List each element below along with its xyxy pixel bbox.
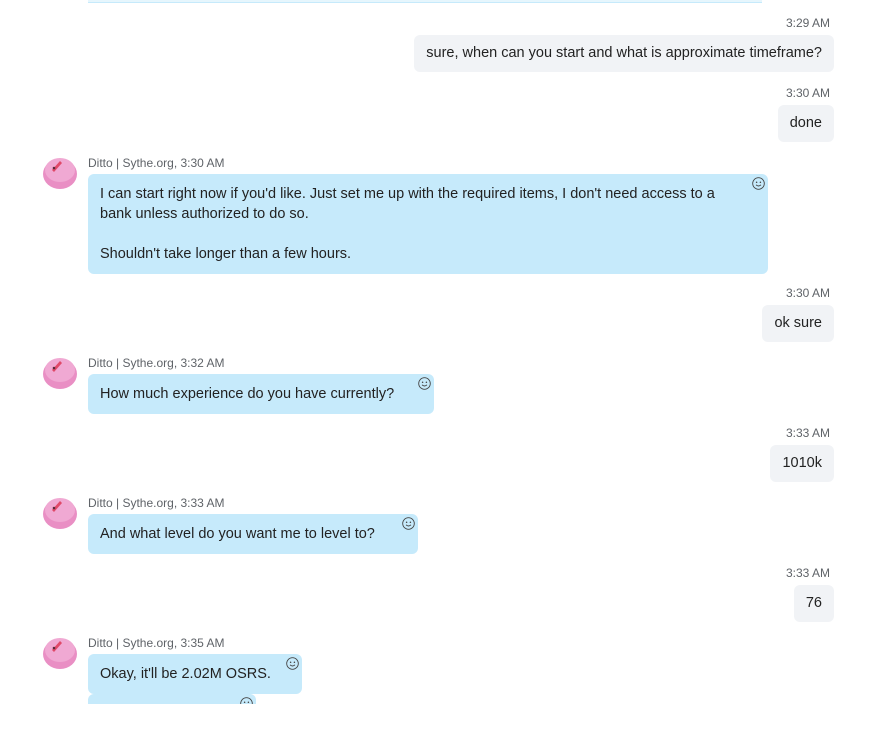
sender-avatar[interactable] [42, 154, 78, 190]
message-paragraph: I can start right now if you'd like. Jus… [100, 186, 715, 222]
message-paragraph: Shouldn't take longer than a few hours. [100, 246, 352, 262]
message-text: And what level do you want me to level t… [100, 526, 375, 542]
sender-avatar[interactable] [42, 634, 78, 670]
message-timestamp: 3:33 AM [785, 566, 830, 580]
message-timestamp: 3:35 AM [180, 636, 225, 650]
incoming-message-bubble[interactable]: How much experience do you have currentl… [88, 374, 434, 414]
pink-character-avatar-icon [43, 158, 77, 189]
outgoing-message-bubble[interactable]: done [777, 105, 834, 142]
incoming-message-bubble[interactable]: Okay, it'll be 2.02M OSRS. [88, 654, 302, 694]
chat-message-list[interactable]: 3:29 AM sure, when can you start and wha… [0, 0, 869, 704]
sender-name-and-time: Ditto | Sythe.org, 3:33 AM [88, 496, 225, 510]
message-timestamp: 3:33 AM [785, 426, 830, 440]
pink-character-avatar-icon [43, 358, 77, 389]
incoming-message-bubble[interactable]: I can start right now if you'd like. Jus… [88, 174, 768, 274]
smiley-icon[interactable] [752, 177, 765, 190]
message-text: Okay, it'll be 2.02M OSRS. [100, 666, 271, 682]
outgoing-message-bubble[interactable]: sure, when can you start and what is app… [414, 35, 834, 72]
outgoing-message-bubble[interactable]: 1010k [770, 445, 834, 482]
incoming-message-bubble[interactable]: And what level do you want me to level t… [88, 514, 418, 554]
sender-name-and-time: Ditto | Sythe.org, 3:32 AM [88, 356, 225, 370]
sender-name: Ditto | Sythe.org [88, 636, 174, 650]
sender-name-and-time: Ditto | Sythe.org, 3:30 AM [88, 156, 225, 170]
sender-avatar[interactable] [42, 494, 78, 530]
previous-message-bubble-edge [88, 0, 762, 3]
smiley-icon[interactable] [240, 697, 253, 704]
smiley-icon[interactable] [402, 517, 415, 530]
sender-avatar[interactable] [42, 354, 78, 390]
message-timestamp: 3:33 AM [180, 496, 225, 510]
sender-name: Ditto | Sythe.org [88, 156, 174, 170]
message-timestamp: 3:29 AM [785, 16, 830, 30]
sender-name: Ditto | Sythe.org [88, 356, 174, 370]
smiley-icon[interactable] [286, 657, 299, 670]
pink-character-avatar-icon [43, 638, 77, 669]
message-timestamp: 3:30 AM [785, 86, 830, 100]
outgoing-message-bubble[interactable]: ok sure [762, 305, 834, 342]
outgoing-message-bubble[interactable]: 76 [793, 585, 834, 622]
message-timestamp: 3:32 AM [180, 356, 225, 370]
message-timestamp: 3:30 AM [785, 286, 830, 300]
message-text: How much experience do you have currentl… [100, 386, 395, 402]
pink-character-avatar-icon [43, 498, 77, 529]
smiley-icon[interactable] [418, 377, 431, 390]
incoming-message-bubble-partial[interactable] [88, 694, 256, 704]
message-timestamp: 3:30 AM [180, 156, 225, 170]
sender-name-and-time: Ditto | Sythe.org, 3:35 AM [88, 636, 225, 650]
sender-name: Ditto | Sythe.org [88, 496, 174, 510]
